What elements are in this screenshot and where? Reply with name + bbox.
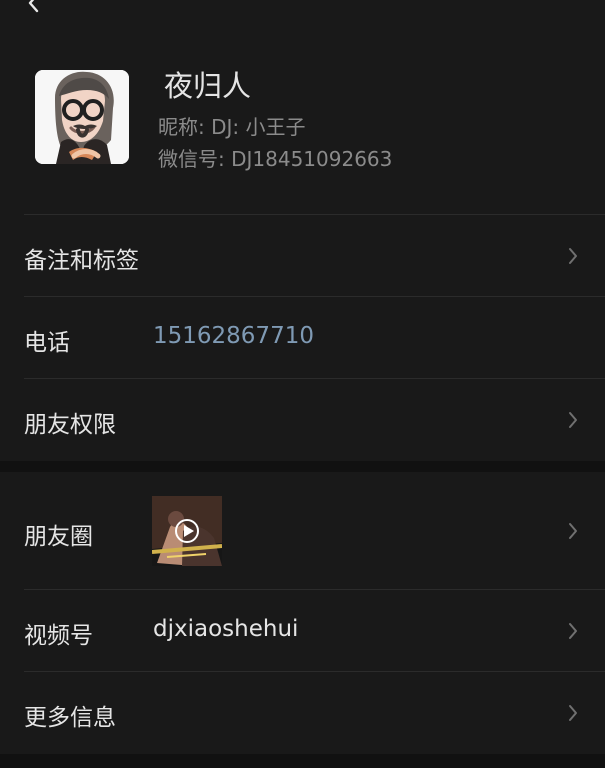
contact-settings-card: 备注和标签 电话 15162867710 朋友权限 bbox=[0, 214, 605, 461]
phone-value[interactable]: 15162867710 bbox=[153, 323, 314, 349]
notes-and-tags-label: 备注和标签 bbox=[24, 248, 139, 274]
chevron-left-icon[interactable] bbox=[22, 0, 46, 15]
contact-name: 夜归人 bbox=[164, 69, 252, 103]
channels-row[interactable]: 视频号 djxiaoshehui bbox=[0, 589, 605, 671]
channels-value: djxiaoshehui bbox=[153, 616, 299, 642]
chevron-right-icon bbox=[569, 623, 577, 639]
moments-row[interactable]: 朋友圈 bbox=[0, 472, 605, 589]
phone-label: 电话 bbox=[24, 330, 70, 356]
chevron-right-icon bbox=[569, 248, 577, 264]
more-info-label: 更多信息 bbox=[24, 705, 116, 731]
chevron-right-icon bbox=[569, 412, 577, 428]
friend-permissions-row[interactable]: 朋友权限 bbox=[0, 378, 605, 460]
more-info-row[interactable]: 更多信息 bbox=[0, 671, 605, 753]
chevron-right-icon bbox=[569, 705, 577, 721]
bottom-gap bbox=[0, 754, 605, 768]
nickname-text: 昵称: DJ: 小王子 bbox=[158, 115, 306, 139]
wechat-id-text: 微信号: DJ18451092663 bbox=[158, 147, 393, 171]
channels-label: 视频号 bbox=[24, 623, 93, 649]
profile-header: 夜归人 昵称: DJ: 小王子 微信号: DJ18451092663 bbox=[0, 0, 605, 214]
friend-permissions-label: 朋友权限 bbox=[24, 412, 116, 438]
chevron-right-icon bbox=[569, 523, 577, 539]
video-thumbnail[interactable] bbox=[152, 496, 222, 566]
video-thumbnail-icon bbox=[152, 496, 222, 566]
avatar[interactable] bbox=[35, 70, 129, 164]
moments-label: 朋友圈 bbox=[24, 524, 93, 550]
notes-and-tags-row[interactable]: 备注和标签 bbox=[0, 214, 605, 296]
cartoon-avatar-icon bbox=[35, 70, 129, 164]
contact-profile-screen: 夜归人 昵称: DJ: 小王子 微信号: DJ18451092663 备注和标签… bbox=[0, 0, 605, 768]
phone-row[interactable]: 电话 15162867710 bbox=[0, 296, 605, 378]
social-content-card: 朋友圈 视频号 djxiaoshehui 更多信息 bbox=[0, 472, 605, 754]
